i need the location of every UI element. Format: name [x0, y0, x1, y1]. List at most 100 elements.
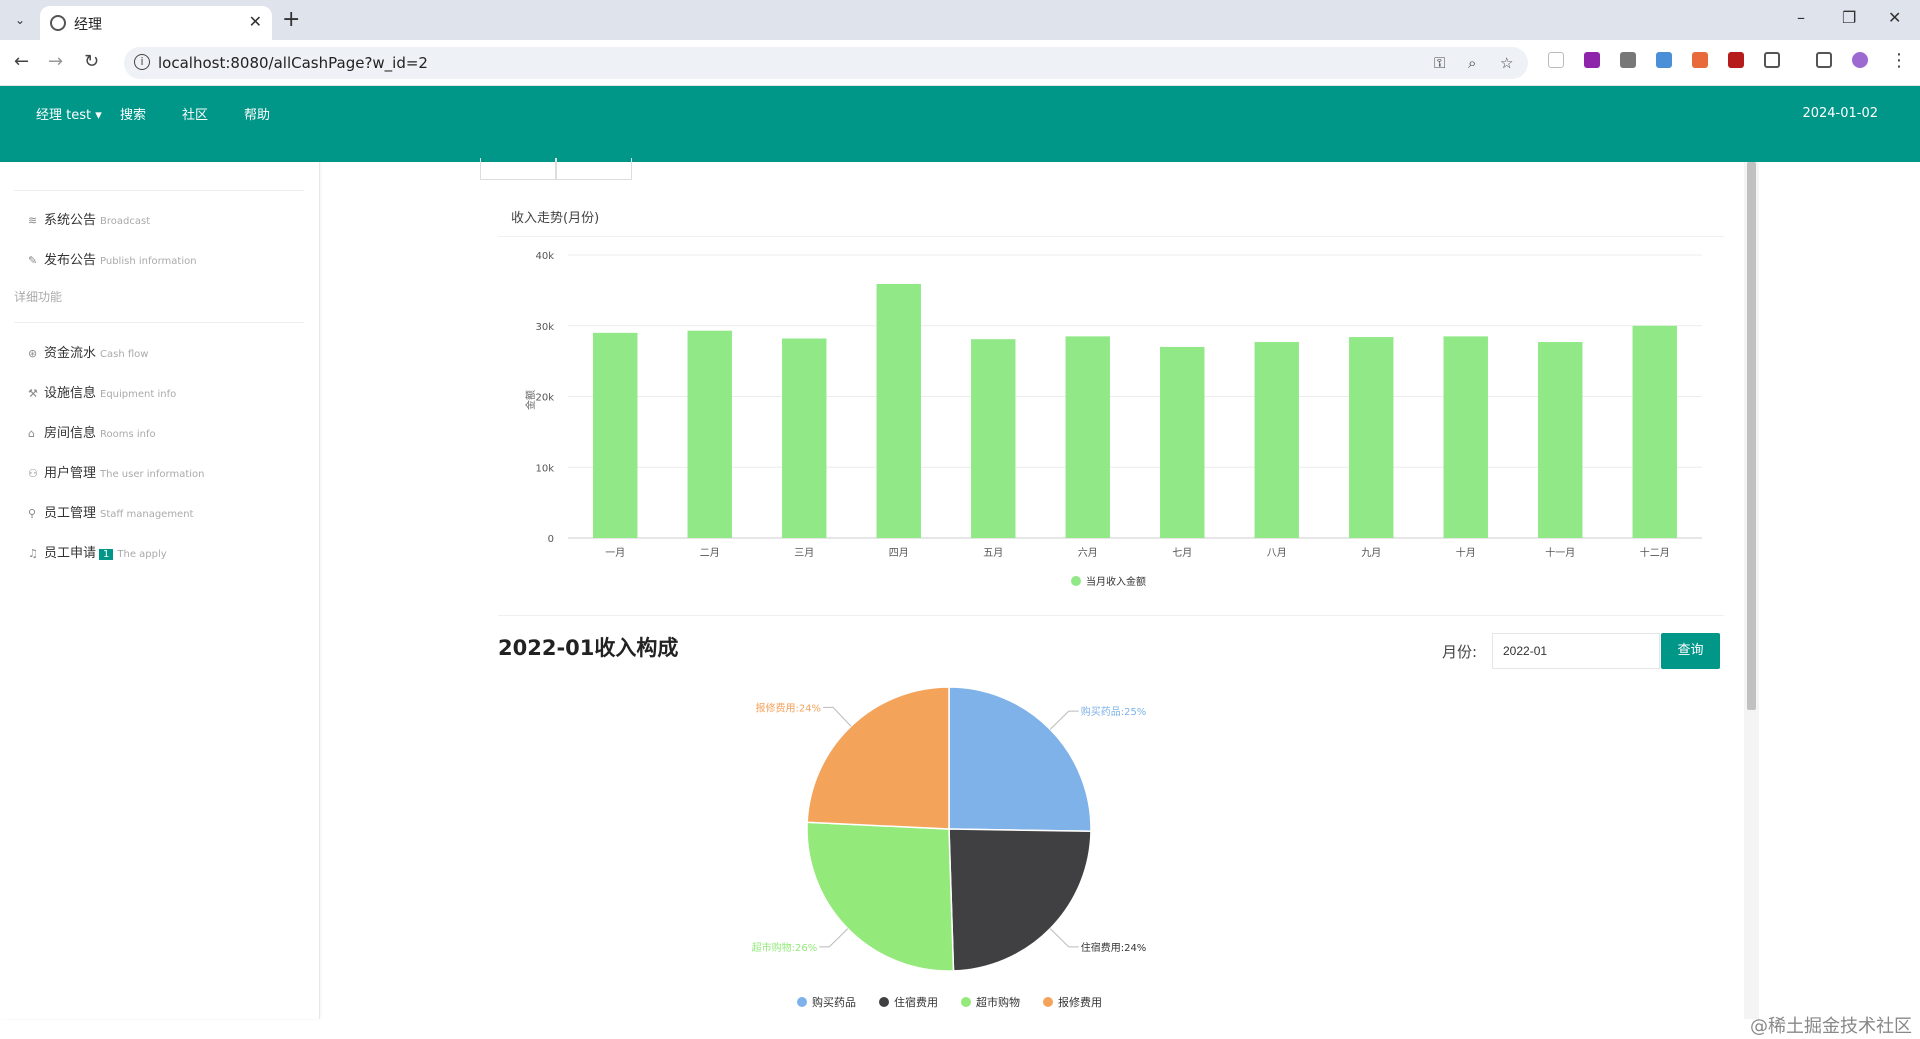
puzzle-icon[interactable] — [1764, 52, 1780, 68]
legend-marker — [879, 997, 889, 1007]
info-icon[interactable]: i — [134, 54, 150, 70]
pie-label-line — [823, 706, 852, 727]
avatar[interactable] — [1852, 52, 1868, 68]
sidepanel-icon[interactable] — [1816, 52, 1832, 68]
sidebar-item-broadcast[interactable]: ≋ 系统公告 Broadcast — [28, 209, 150, 228]
nav-search[interactable]: 搜索 — [120, 104, 146, 123]
close-tab-icon[interactable]: ✕ — [249, 12, 262, 31]
month-input[interactable] — [1492, 633, 1660, 669]
sidebar: ≋ 系统公告 Broadcast ✎ 发布公告 Publish information … — [0, 162, 320, 1019]
x-tick-label: 八月 — [1267, 547, 1287, 559]
pie-label-line — [1049, 710, 1079, 730]
sidebar-item-staff[interactable]: ⚲ 员工管理 Staff management — [28, 502, 193, 521]
url-text: localhost:8080/allCashPage?w_id=2 — [158, 54, 428, 72]
cash-icon: ⊛ — [28, 347, 38, 360]
extension-icon[interactable] — [1548, 52, 1564, 68]
tab-title: 经理 — [74, 17, 102, 33]
menu-icon[interactable]: ⋮ — [1890, 50, 1908, 71]
browser-toolbar: ← → ↻ i localhost:8080/allCashPage?w_id=… — [0, 40, 1920, 86]
sidebar-item-publish[interactable]: ✎ 发布公告 Publish information — [28, 249, 197, 268]
sidebar-item-en: Equipment info — [100, 389, 177, 400]
sidebar-item-equipment[interactable]: ⚒ 设施信息 Equipment info — [28, 382, 176, 401]
y-tick-label: 30k — [535, 322, 554, 333]
scrollbar-thumb[interactable] — [1747, 162, 1756, 710]
tab-search-button[interactable]: ⌄ — [8, 8, 32, 32]
query-button[interactable]: 查询 — [1661, 633, 1720, 669]
browser-tabstrip: ⌄ 经理 ✕ + – ❐ ✕ — [0, 0, 1920, 40]
sidebar-item-users[interactable]: ⚇ 用户管理 The user information — [28, 462, 205, 481]
close-window-button[interactable]: ✕ — [1888, 8, 1901, 27]
sidebar-item-en: Cash flow — [100, 349, 149, 360]
zoom-icon[interactable]: ⌕ — [1468, 54, 1476, 72]
scrollbar[interactable] — [1744, 162, 1759, 1019]
pie-label: 报修费用:24% — [755, 701, 821, 714]
bar — [593, 332, 638, 538]
nav-help[interactable]: 帮助 — [244, 104, 270, 123]
extension-icon[interactable] — [1620, 52, 1636, 68]
user-menu[interactable]: 经理 test ▾ — [36, 104, 102, 123]
equipment-icon: ⚒ — [28, 387, 38, 400]
new-tab-button[interactable]: + — [282, 7, 300, 32]
x-tick-label: 七月 — [1172, 547, 1192, 559]
sidebar-item-cash-flow[interactable]: ⊛ 资金流水 Cash flow — [28, 342, 148, 361]
sidebar-item-rooms[interactable]: ⌂ 房间信息 Rooms info — [28, 422, 156, 441]
minimize-button[interactable]: – — [1797, 8, 1805, 27]
extension-icon[interactable] — [1584, 52, 1600, 68]
bar — [687, 330, 732, 538]
sidebar-item-label: 资金流水 — [44, 346, 97, 361]
x-tick-label: 四月 — [889, 547, 909, 559]
globe-icon — [50, 15, 66, 31]
sidebar-item-apply[interactable]: ♫ 员工申请 1 The apply — [28, 542, 167, 561]
legend-label: 当月收入金额 — [1086, 575, 1146, 588]
bar — [1443, 336, 1488, 538]
bookmark-star-icon[interactable]: ☆ — [1500, 54, 1513, 72]
x-tick-label: 一月 — [605, 547, 625, 559]
address-bar[interactable]: i localhost:8080/allCashPage?w_id=2 ⚿ ⌕ … — [124, 47, 1528, 79]
divider — [498, 615, 1724, 616]
pie-label-line — [1049, 928, 1079, 948]
month-label: 月份: — [1442, 643, 1478, 661]
key-icon[interactable]: ⚿ — [1434, 54, 1445, 72]
extension-icon[interactable] — [1728, 52, 1744, 68]
nav-community[interactable]: 社区 — [182, 104, 208, 123]
pie-label-line — [819, 928, 849, 948]
bar — [1538, 342, 1583, 538]
legend-marker — [797, 997, 807, 1007]
y-tick-label: 40k — [535, 251, 554, 262]
divider — [14, 190, 304, 191]
bell-icon: ♫ — [28, 547, 38, 560]
divider — [498, 236, 1724, 237]
browser-tab[interactable]: 经理 ✕ — [40, 6, 272, 40]
extension-icon[interactable] — [1692, 52, 1708, 68]
pie-label: 购买药品:25% — [1081, 705, 1147, 718]
sidebar-item-en: Staff management — [100, 509, 194, 520]
tab-income[interactable] — [480, 158, 556, 180]
app-header: 经理 test ▾ 搜索 社区 帮助 2024-01-02 — [0, 86, 1920, 162]
sidebar-item-label: 发布公告 — [44, 253, 97, 268]
tab-expense[interactable] — [556, 158, 632, 180]
divider — [14, 322, 304, 323]
pie-slice — [806, 821, 955, 972]
bar — [782, 338, 827, 538]
sidebar-item-label: 房间信息 — [44, 426, 97, 441]
bar — [1632, 325, 1677, 538]
x-tick-label: 十二月 — [1640, 546, 1670, 559]
sidebar-item-label: 设施信息 — [44, 386, 97, 401]
forward-button[interactable]: → — [48, 51, 63, 72]
header-date: 2024-01-02 — [1802, 106, 1878, 121]
back-button[interactable]: ← — [14, 51, 29, 72]
sidebar-item-label: 系统公告 — [44, 213, 97, 228]
bar — [1349, 337, 1394, 538]
income-bar-chart: 金额 010k20k30k40k 一月 二月 三月 四月 五月 六月 七月 八月 九月 十月 十一月… — [524, 251, 1702, 588]
restore-button[interactable]: ❐ — [1842, 8, 1856, 27]
reload-button[interactable]: ↻ — [84, 51, 99, 72]
broadcast-icon: ≋ — [28, 214, 38, 227]
pie-chart-title: 2022-01收入构成 — [498, 636, 679, 660]
bar — [971, 339, 1016, 538]
sidebar-item-en: Publish information — [100, 256, 197, 267]
watermark: @稀土掘金技术社区 — [1750, 1016, 1912, 1037]
bar — [1254, 342, 1299, 538]
pie-slice — [948, 828, 1092, 972]
x-tick-label: 五月 — [983, 547, 1003, 559]
extension-icon[interactable] — [1656, 52, 1672, 68]
